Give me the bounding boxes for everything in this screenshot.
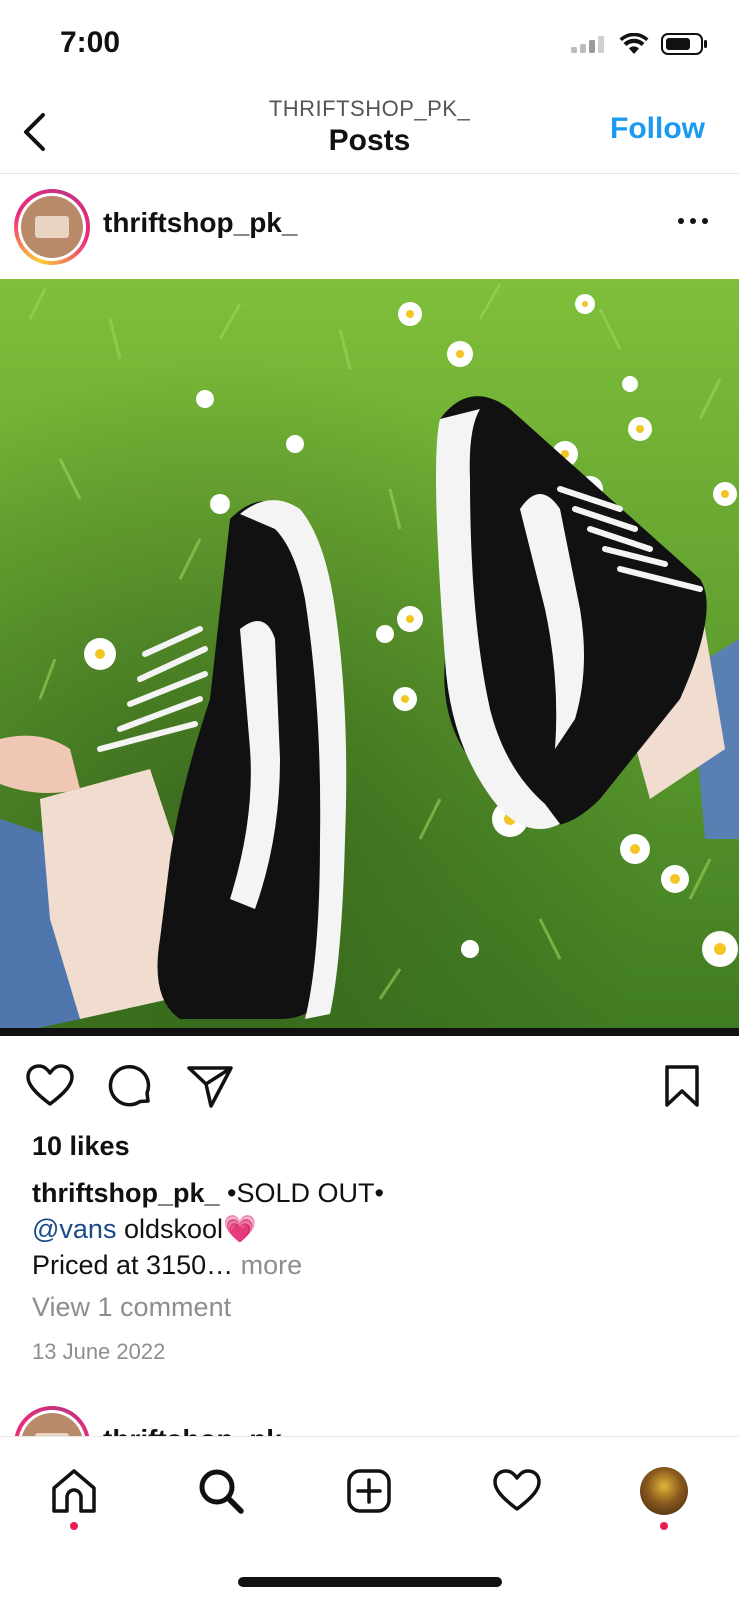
- follow-button[interactable]: Follow: [610, 112, 705, 146]
- post-username[interactable]: thriftshop_pk_: [103, 207, 297, 239]
- caption-mention[interactable]: @vans: [32, 1214, 116, 1244]
- post-caption: thriftshop_pk_ •SOLD OUT• @vans oldskool…: [32, 1175, 712, 1283]
- tab-activity[interactable]: [485, 1459, 549, 1523]
- cellular-signal-icon: [571, 36, 604, 53]
- view-comments-link[interactable]: View 1 comment: [32, 1292, 231, 1323]
- tab-create[interactable]: [337, 1459, 401, 1523]
- save-button[interactable]: [656, 1060, 708, 1112]
- tab-home[interactable]: [42, 1459, 106, 1523]
- more-dot-icon: [690, 218, 696, 224]
- comment-button[interactable]: [104, 1060, 156, 1112]
- post-actions: [0, 1052, 739, 1118]
- post-username[interactable]: thriftshop_pk_: [103, 1424, 297, 1436]
- heart-icon: [26, 1064, 74, 1106]
- wifi-icon: [619, 33, 649, 54]
- avatar[interactable]: [14, 1406, 90, 1436]
- post-photo[interactable]: [0, 279, 739, 1036]
- notification-dot: [70, 1522, 78, 1530]
- post-date: 13 June 2022: [32, 1339, 166, 1364]
- post-header: thriftshop_pk_: [0, 175, 739, 279]
- post-photo-image: [0, 279, 739, 1036]
- like-button[interactable]: [24, 1060, 76, 1112]
- profile-avatar: [640, 1467, 688, 1515]
- comment-icon: [108, 1064, 151, 1107]
- bookmark-icon: [665, 1065, 699, 1107]
- more-dot-icon: [702, 218, 708, 224]
- home-icon: [52, 1469, 96, 1513]
- search-icon: [199, 1469, 244, 1514]
- avatar[interactable]: [14, 189, 90, 265]
- bottom-tab-bar: [0, 1436, 739, 1600]
- more-link[interactable]: more: [241, 1250, 303, 1280]
- caption-username[interactable]: thriftshop_pk_: [32, 1178, 220, 1208]
- more-dot-icon: [678, 218, 684, 224]
- caption-text: •SOLD OUT•: [219, 1178, 384, 1208]
- likes-count[interactable]: 10 likes: [32, 1131, 130, 1162]
- caption-text: oldskool💗: [116, 1214, 257, 1244]
- tab-profile[interactable]: [632, 1459, 696, 1523]
- status-time: 7:00: [60, 26, 121, 59]
- send-icon: [187, 1066, 233, 1108]
- status-icons: [571, 32, 709, 56]
- tab-search[interactable]: [189, 1459, 253, 1523]
- home-indicator[interactable]: [238, 1577, 502, 1587]
- heart-icon: [493, 1469, 541, 1511]
- caption-text: Priced at 3150…: [32, 1250, 234, 1280]
- create-icon: [347, 1469, 391, 1513]
- battery-icon: [661, 33, 707, 55]
- share-button[interactable]: [184, 1060, 236, 1112]
- status-bar: 7:00: [0, 0, 739, 90]
- nav-header: THRIFTSHOP_PK_ Posts Follow: [0, 90, 739, 174]
- more-options-button[interactable]: [673, 211, 713, 231]
- next-post-header: thriftshop_pk_: [0, 1400, 739, 1436]
- notification-dot: [660, 1522, 668, 1530]
